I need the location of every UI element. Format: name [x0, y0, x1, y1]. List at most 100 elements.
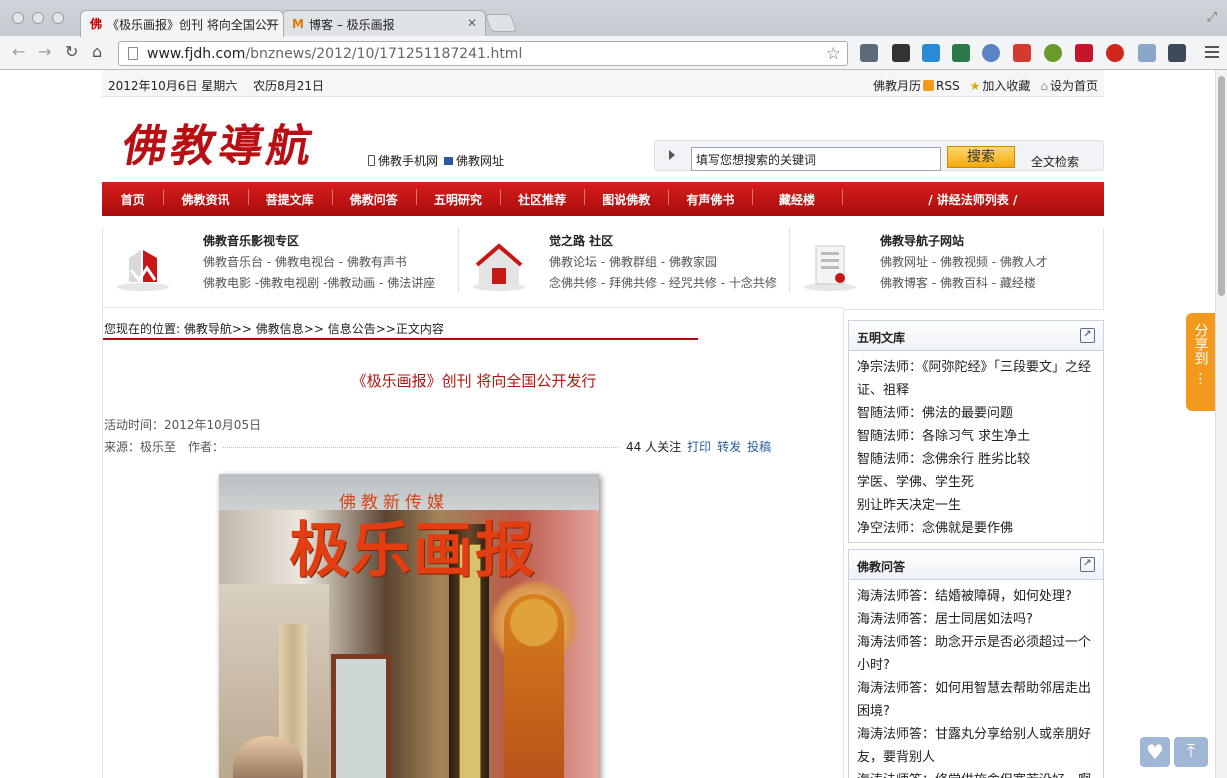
- nav-community[interactable]: 社区推荐: [500, 188, 584, 208]
- print-link[interactable]: 打印: [687, 438, 711, 455]
- feature-links[interactable]: 佛教博客 - 佛教百科 - 藏经楼: [880, 274, 1036, 291]
- back-arrow-icon[interactable]: ←: [12, 44, 25, 60]
- extension-icon[interactable]: [1138, 44, 1156, 62]
- nav-sutra-library[interactable]: 藏经楼: [752, 188, 841, 208]
- list-item[interactable]: 净宗法师：《阿弥陀经》「三段要文」之经证、祖释: [857, 356, 1095, 402]
- feature-title[interactable]: 觉之路 社区: [549, 232, 613, 249]
- list-item[interactable]: 海涛法师答：结婚被障碍，如何处理?: [857, 585, 1095, 608]
- magazine-cover-image[interactable]: 佛教新传媒 极乐画报: [219, 474, 599, 778]
- reload-icon[interactable]: ↻: [65, 44, 78, 60]
- mobile-site-link[interactable]: 佛教手机网: [368, 152, 438, 169]
- nav-dharma-masters[interactable]: / 讲经法师列表 /: [841, 188, 1104, 208]
- maximize-window-button[interactable]: [52, 12, 64, 24]
- set-homepage-link[interactable]: ⌂ 设为首页: [1040, 77, 1098, 94]
- extension-icon[interactable]: [922, 44, 940, 62]
- buddha-statue: [504, 594, 564, 778]
- list-item[interactable]: 净空法师：念佛就是要作佛: [857, 517, 1095, 540]
- nav-audio[interactable]: 有声佛书: [668, 188, 752, 208]
- gmail-icon[interactable]: [1013, 44, 1031, 62]
- feature-community: 觉之路 社区 佛教论坛 - 佛教群组 - 佛教家园 念佛共修 - 拜佛共修 - …: [459, 228, 789, 310]
- list-item[interactable]: 海涛法师答：修觉供施舍但宽若没好，啊: [857, 769, 1095, 778]
- list-item[interactable]: 海涛法师答：助念开示是否必须超过一个小时?: [857, 631, 1095, 677]
- play-arrow-icon: [669, 150, 675, 160]
- buddhist-calendar-link[interactable]: 佛教月历 RSS: [873, 77, 960, 94]
- box-title: 五明文库: [857, 331, 906, 345]
- submit-link[interactable]: 投稿: [747, 438, 771, 455]
- tab-blog[interactable]: M 博客 – 极乐画报 ✕: [282, 10, 486, 37]
- feature-music-video: 佛教音乐影视专区 佛教音乐台 - 佛教电视台 - 佛教有声书 佛教电影 -佛教电…: [103, 228, 458, 310]
- extension-icon[interactable]: [982, 44, 1000, 62]
- nav-wuming[interactable]: 五明研究: [415, 188, 500, 208]
- site-logo[interactable]: 佛教導航: [118, 110, 321, 174]
- breadcrumb[interactable]: 您现在的位置: 佛教导航>> 佛教信息>> 信息公告>>正文内容: [104, 320, 444, 337]
- add-favorite-link[interactable]: ★ 加入收藏: [970, 77, 1031, 94]
- feature-links[interactable]: 佛教网址 - 佛教视频 - 佛教人才: [880, 253, 1048, 270]
- feature-links[interactable]: 念佛共修 - 拜佛共修 - 经咒共修 - 十念共修: [549, 274, 777, 291]
- list-item[interactable]: 智随法师：各除习气 求生净土: [857, 425, 1095, 448]
- list-item[interactable]: 智随法师：佛法的最要问题: [857, 402, 1095, 425]
- extension-icon[interactable]: [892, 44, 910, 62]
- feature-links[interactable]: 佛教论坛 - 佛教群组 - 佛教家园: [549, 253, 717, 270]
- share-tab[interactable]: 分享到 ⋮: [1186, 313, 1215, 411]
- list-item[interactable]: 别让昨天决定一生: [857, 494, 1095, 517]
- scrollbar-thumb[interactable]: [1218, 76, 1225, 296]
- main-nav: 首页 佛教资讯 菩提文库 佛教问答 五明研究 社区推荐 图说佛教 有声佛书 藏经…: [102, 182, 1104, 216]
- extension-icon[interactable]: [860, 44, 878, 62]
- more-arrow-icon[interactable]: ↗: [1080, 328, 1095, 343]
- forward-link[interactable]: 转发: [717, 438, 741, 455]
- list-item[interactable]: 智随法师：念佛余行 胜劣比较: [857, 448, 1095, 471]
- share-label: 分享到: [1192, 323, 1209, 365]
- home-icon[interactable]: ⌂: [92, 44, 102, 60]
- favorite-heart-button[interactable]: ♥: [1140, 737, 1170, 767]
- camera-icon[interactable]: [1168, 44, 1186, 62]
- url-path: /bnznews/2012/10/171251187241.html: [245, 46, 523, 62]
- sidebar: 五明文库 ↗ 净宗法师：《阿弥陀经》「三段要文」之经证、祖释 智随法师：佛法的最…: [848, 320, 1104, 778]
- nav-qa[interactable]: 佛教问答: [331, 188, 416, 208]
- new-tab-button[interactable]: [484, 14, 518, 32]
- feature-links[interactable]: 佛教电影 -佛教电视剧 -佛教动画 - 佛法讲座: [203, 274, 435, 291]
- search-input[interactable]: [691, 147, 941, 171]
- browser-toolbar: ← → ↻ ⌂ www.fjdh.com/bnznews/2012/10/171…: [0, 36, 1227, 70]
- vertical-scrollbar[interactable]: [1215, 70, 1227, 778]
- extension-icon[interactable]: [952, 44, 970, 62]
- search-button[interactable]: 搜索: [947, 146, 1015, 168]
- back-to-top-button[interactable]: ⤒: [1174, 737, 1208, 767]
- list-item[interactable]: 海涛法师答：甘露丸分享给别人或亲朋好友，要背别人: [857, 723, 1095, 769]
- address-bar[interactable]: www.fjdh.com/bnznews/2012/10/17125118724…: [118, 41, 848, 66]
- minimize-window-button[interactable]: [32, 12, 44, 24]
- address-url[interactable]: www.fjdh.com/bnznews/2012/10/17125118724…: [147, 46, 522, 62]
- browser-menu-icon[interactable]: [1205, 46, 1219, 60]
- link-label: 佛教月历: [872, 79, 921, 93]
- extension-icon[interactable]: [1044, 44, 1062, 62]
- nav-news[interactable]: 佛教资讯: [163, 188, 247, 208]
- box-title: 佛教问答: [857, 560, 906, 574]
- article-tools: 44 人关注 打印 转发 投稿: [626, 438, 771, 455]
- buddhist-qa-box: 佛教问答 ↗ 海涛法师答：结婚被障碍，如何处理? 海涛法师答：居士同居如法吗? …: [848, 549, 1104, 778]
- nav-library[interactable]: 菩提文库: [247, 188, 332, 208]
- page-viewport: 2012年10月6日 星期六 农历8月21日 佛教月历 RSS ★ 加入收藏 ⌂ 设为…: [0, 70, 1215, 778]
- house-icon: [473, 243, 525, 291]
- nav-pictures[interactable]: 图说佛教: [584, 188, 668, 208]
- more-arrow-icon[interactable]: ↗: [1080, 557, 1095, 572]
- bookmark-star-icon[interactable]: ☆: [826, 44, 841, 64]
- full-text-search-link[interactable]: 全文检索: [1031, 153, 1079, 170]
- close-tab-icon[interactable]: ✕: [467, 16, 477, 30]
- close-tab-icon[interactable]: ✕: [265, 16, 275, 30]
- nav-home[interactable]: 首页: [102, 191, 163, 208]
- feature-links[interactable]: 佛教音乐台 - 佛教电视台 - 佛教有声书: [203, 253, 407, 270]
- link-label: 佛教手机网: [378, 154, 439, 168]
- list-item[interactable]: 海涛法师答：居士同居如法吗?: [857, 608, 1095, 631]
- forward-arrow-icon[interactable]: →: [38, 44, 51, 60]
- list-item[interactable]: 海涛法师答：如何用智慧去帮助邻居走出困境?: [857, 677, 1095, 723]
- document-icon: [804, 245, 856, 291]
- fullscreen-icon[interactable]: ⤢: [1207, 10, 1217, 25]
- tab-article[interactable]: 佛 《极乐画报》创刊 将向全国公开 ✕: [80, 10, 284, 37]
- feature-title[interactable]: 佛教音乐影视专区: [203, 232, 299, 249]
- list-item[interactable]: 学医、学佛、学生死: [857, 471, 1095, 494]
- web-directory-link[interactable]: 佛教网址: [444, 152, 504, 169]
- extension-icon[interactable]: [1075, 44, 1093, 62]
- close-window-button[interactable]: [12, 12, 24, 24]
- extension-icon[interactable]: [1106, 44, 1124, 62]
- url-domain: www.fjdh.com: [147, 46, 246, 62]
- feature-title[interactable]: 佛教导航子网站: [880, 232, 964, 249]
